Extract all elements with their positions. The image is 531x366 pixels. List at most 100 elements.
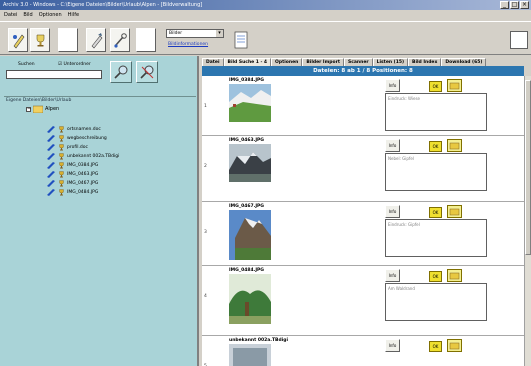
tab-1[interactable]: Bild Suche 1 - 4 bbox=[223, 58, 272, 66]
search-button[interactable] bbox=[110, 61, 132, 83]
note-field[interactable]: Nebel: Gipfel bbox=[385, 153, 487, 191]
pen-icon bbox=[47, 171, 55, 178]
note-text: Eindruck: Wiese bbox=[388, 96, 421, 101]
ok-button[interactable]: OK bbox=[429, 81, 442, 92]
open-button[interactable] bbox=[30, 28, 50, 52]
file-name: IMG_0384.JPG bbox=[229, 78, 264, 83]
trophy-icon bbox=[59, 152, 64, 159]
document-icon[interactable] bbox=[232, 30, 250, 50]
ok-button-label: OK bbox=[432, 274, 439, 279]
note-field[interactable]: Eindruck: Gipfel bbox=[385, 219, 487, 257]
search-input[interactable] bbox=[6, 70, 102, 79]
info-button-label: Info bbox=[388, 143, 397, 148]
note-field[interactable]: Am Waldrand bbox=[385, 283, 487, 321]
info-button[interactable]: Info bbox=[385, 205, 400, 218]
ok-button[interactable]: OK bbox=[429, 141, 442, 152]
tab-7[interactable]: Download (65) bbox=[441, 58, 487, 66]
tree-item-label: IMG_0384.JPG bbox=[67, 162, 99, 168]
pen-icon bbox=[47, 126, 55, 133]
trophy-icon bbox=[59, 161, 64, 168]
tree-item[interactable]: unbekannt 002a.TBdigi bbox=[46, 152, 119, 160]
tab-4[interactable]: Scanner bbox=[343, 58, 373, 66]
folder-button[interactable] bbox=[447, 205, 462, 218]
subfolder-label: Unterordner bbox=[63, 62, 91, 67]
scrollbar-thumb[interactable] bbox=[525, 80, 531, 255]
minimize-button[interactable]: _ bbox=[500, 1, 509, 9]
folder-icon bbox=[449, 142, 460, 150]
list-item[interactable]: 4 IMG_0484.JPG Info OK Am Waldrand bbox=[202, 266, 524, 336]
collapse-icon[interactable]: − bbox=[26, 106, 31, 112]
ok-button-label: OK bbox=[432, 144, 439, 149]
close-panel-button[interactable] bbox=[510, 31, 528, 49]
search-label: Suchen bbox=[18, 62, 35, 67]
tree-item[interactable]: wegbeschreibung bbox=[46, 134, 107, 142]
thumbnail-image[interactable] bbox=[229, 144, 271, 182]
tree-item[interactable]: IMG_0463.JPG bbox=[46, 170, 98, 178]
tab-strip: Datei Bild Suche 1 - 4 Optionen Bilder Impo… bbox=[202, 58, 531, 66]
tree-item[interactable]: profil.doc bbox=[46, 143, 88, 151]
new-button[interactable] bbox=[8, 28, 28, 52]
search-clear-button[interactable] bbox=[136, 61, 158, 83]
thumbnail-image[interactable] bbox=[229, 210, 271, 260]
tab-5[interactable]: Listen (15) bbox=[372, 58, 409, 66]
tree-item-label: wegbeschreibung bbox=[67, 135, 107, 141]
folder-icon bbox=[449, 272, 460, 280]
folder-button[interactable] bbox=[447, 139, 462, 152]
trophy-icon bbox=[59, 179, 64, 186]
list-item[interactable]: 3 IMG_0467.JPG Info OK Eindruck: Gipfel bbox=[202, 202, 524, 266]
menu-file[interactable]: Datei bbox=[4, 10, 17, 21]
pen-icon bbox=[47, 189, 55, 196]
menu-help[interactable]: Hilfe bbox=[68, 10, 79, 21]
row-number: 4 bbox=[204, 294, 207, 299]
thumbnail-image[interactable] bbox=[229, 274, 271, 324]
info-link[interactable]: Bildinformationen bbox=[168, 42, 208, 47]
info-button[interactable]: Info bbox=[385, 139, 400, 152]
folder-button[interactable] bbox=[447, 339, 462, 352]
tree-item-label: profil.doc bbox=[67, 144, 88, 150]
tab-0[interactable]: Datei bbox=[202, 58, 224, 66]
folder-button[interactable] bbox=[447, 269, 462, 282]
thumbnail-image[interactable] bbox=[229, 344, 271, 366]
list-item[interactable]: 5unbekannt 002a.TBdigiInfoOK bbox=[202, 336, 524, 366]
info-button-label: Info bbox=[388, 209, 397, 214]
tab-2[interactable]: Optionen bbox=[271, 58, 303, 66]
vertical-scrollbar[interactable] bbox=[524, 76, 531, 366]
tree-root[interactable]: − Alpen bbox=[26, 105, 59, 113]
blank-button-2[interactable] bbox=[136, 28, 156, 52]
blank-button[interactable] bbox=[58, 28, 78, 52]
subfolder-checkbox[interactable]: ☑ Unterordner bbox=[58, 62, 91, 67]
tree-item[interactable]: IMG_0467.JPG bbox=[46, 179, 98, 187]
file-name: unbekannt 002a.TBdigi bbox=[229, 338, 289, 343]
ok-button[interactable]: OK bbox=[429, 341, 442, 352]
file-name: IMG_0467.JPG bbox=[229, 204, 264, 209]
thumbnail-image[interactable] bbox=[229, 84, 271, 122]
list-item[interactable]: 1 IMG_0384.JPG Info OK Eindruck: Wiese bbox=[202, 76, 524, 136]
info-button[interactable]: Info bbox=[385, 339, 400, 352]
list-item[interactable]: 2 IMG_0463.JPG Info OK Nebel: Gipfel bbox=[202, 136, 524, 202]
ok-button[interactable]: OK bbox=[429, 271, 442, 282]
folder-button[interactable] bbox=[447, 79, 462, 92]
tab-6[interactable]: Bild Index bbox=[408, 58, 442, 66]
tool-button[interactable] bbox=[110, 28, 130, 52]
folder-icon bbox=[449, 82, 460, 90]
tree-item[interactable]: ortsnamen.doc bbox=[46, 125, 101, 133]
close-window-button[interactable]: × bbox=[520, 1, 529, 9]
edit-pen-icon bbox=[91, 33, 103, 49]
menu-options[interactable]: Optionen bbox=[39, 10, 62, 21]
tab-3[interactable]: Bilder Import bbox=[302, 58, 344, 66]
window-title: Archiv 3.0 - Windows - C:\Eigene Dateien… bbox=[3, 2, 203, 8]
status-bar: Dateien: 8 ab 1 / 8 Positionen: 8 bbox=[202, 66, 524, 76]
menu-image[interactable]: Bild bbox=[23, 10, 32, 21]
info-button[interactable]: Info bbox=[385, 269, 400, 282]
note-field[interactable]: Eindruck: Wiese bbox=[385, 93, 487, 131]
tree-item[interactable]: IMG_0484.JPG bbox=[46, 188, 98, 196]
tree-item[interactable]: IMG_0384.JPG bbox=[46, 161, 98, 169]
view-select[interactable]: Bilder ▾ bbox=[166, 29, 224, 38]
ok-button[interactable]: OK bbox=[429, 207, 442, 218]
info-button[interactable]: Info bbox=[385, 79, 400, 92]
trophy-icon bbox=[59, 125, 64, 132]
trophy-icon bbox=[36, 34, 45, 47]
view-select-value: Bilder bbox=[169, 31, 183, 36]
edit-button[interactable] bbox=[86, 28, 106, 52]
maximize-button[interactable]: □ bbox=[510, 1, 519, 9]
